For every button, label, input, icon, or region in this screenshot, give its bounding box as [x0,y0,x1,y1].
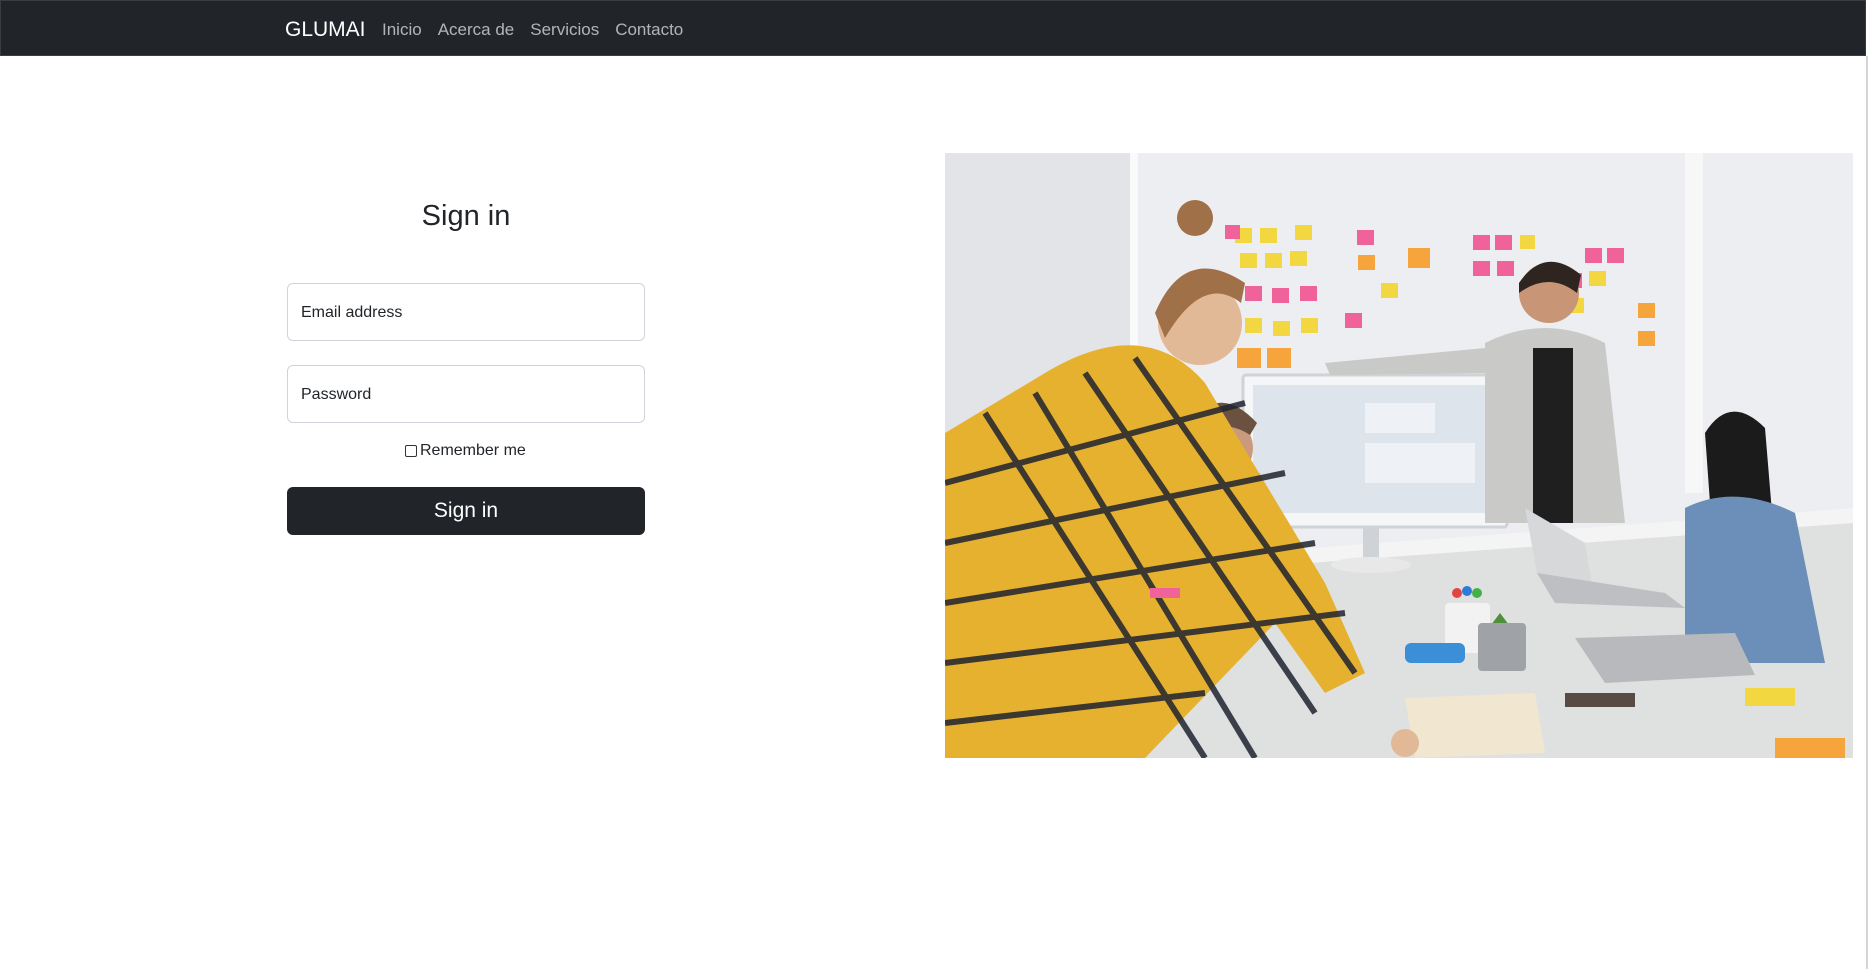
remember-me-label: Remember me [420,442,526,459]
nav-link-contacto[interactable]: Contacto [615,20,683,39]
password-input[interactable] [288,366,648,424]
nav-links: Inicio Acerca de Servicios Contacto [382,19,683,41]
remember-me-control[interactable]: Remember me [405,442,526,460]
nav-link-inicio[interactable]: Inicio [382,20,422,39]
email-field[interactable]: Email address [287,283,648,342]
nav-link-acerca-de[interactable]: Acerca de [438,20,515,39]
nav-item-contacto: Contacto [615,19,683,41]
top-navbar: GLUMAI Inicio Acerca de Servicios Contac… [0,0,1866,56]
brand-logo-link[interactable]: GLUMAI [285,18,366,42]
nav-item-acerca: Acerca de [438,19,515,41]
signin-button[interactable]: Sign in [287,487,645,535]
signin-title: Sign in [421,200,511,232]
nav-item-inicio: Inicio [382,19,422,41]
team-meeting-photo-icon [945,153,1853,758]
password-field[interactable]: Password [287,365,648,424]
nav-item-servicios: Servicios [530,19,599,41]
nav-link-servicios[interactable]: Servicios [530,20,599,39]
remember-me-checkbox[interactable] [405,445,417,457]
hero-image [945,153,1853,758]
email-input[interactable] [288,284,648,342]
